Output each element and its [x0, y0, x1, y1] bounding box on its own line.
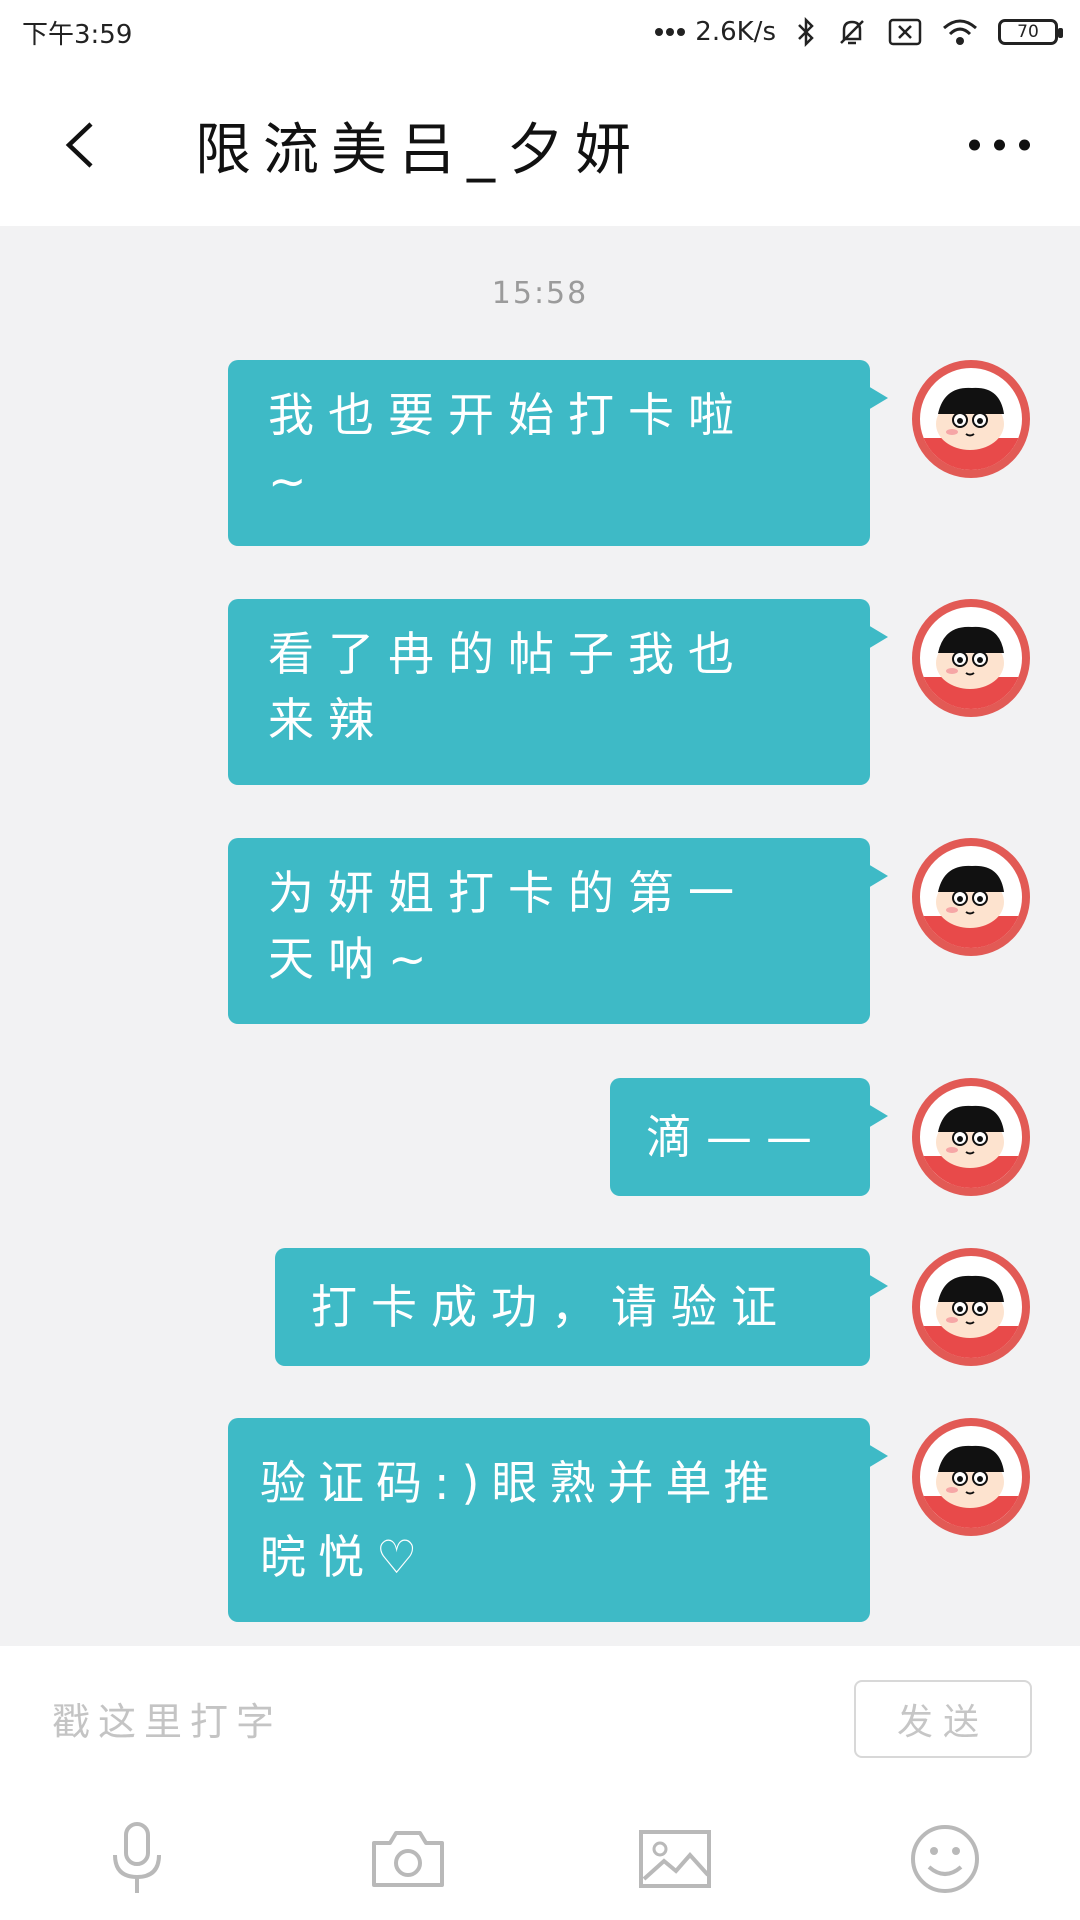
message-input[interactable] [50, 1686, 814, 1758]
signal-dots-icon [655, 27, 689, 37]
message-text: 验证码:)眼熟并单推 [260, 1456, 782, 1510]
status-bar: 下午3:59 2.6K/s 70 [0, 0, 1080, 64]
avatar[interactable] [912, 1248, 1030, 1366]
sim-x-icon [888, 18, 922, 46]
message-text: 晥悦♡ [260, 1530, 430, 1584]
message-bubble[interactable]: 滴—— [610, 1078, 888, 1196]
avatar[interactable] [912, 838, 1030, 956]
bluetooth-icon [796, 16, 816, 48]
camera-icon[interactable] [363, 1814, 453, 1904]
microphone-icon[interactable] [92, 1814, 182, 1904]
message-bubble[interactable]: 打卡成功，请验证 [275, 1248, 888, 1366]
chat-title: 限流美吕_夕妍 [195, 117, 643, 183]
avatar[interactable] [912, 1078, 1030, 1196]
mute-bell-icon [836, 16, 868, 48]
message-text: 滴—— [646, 1110, 826, 1164]
message-text: 我也要开始打卡啦 [268, 388, 748, 442]
avatar[interactable] [912, 360, 1030, 478]
message-list[interactable]: 15:58 我也要开始打卡啦 ~ 看了冉的帖子我也 来辣 为妍姐打卡的第一 天呐… [0, 226, 1080, 1646]
message-text: 看了冉的帖子我也 [268, 627, 748, 681]
status-icons: 2.6K/s 70 [655, 16, 1063, 48]
message-bubble[interactable]: 为妍姐打卡的第一 天呐~ [228, 838, 888, 1024]
back-button[interactable] [50, 115, 110, 175]
message-text: 为妍姐打卡的第一 [268, 866, 748, 920]
message-text: 来辣 [268, 693, 388, 747]
image-icon[interactable] [630, 1814, 720, 1904]
message-text: 天呐~ [268, 932, 441, 986]
avatar[interactable] [912, 599, 1030, 717]
send-button[interactable]: 发送 [854, 1680, 1032, 1758]
chevron-left-icon [65, 122, 93, 168]
avatar[interactable] [912, 1418, 1030, 1536]
battery-level: 70 [1017, 22, 1039, 42]
composer: 发送 [0, 1646, 1080, 1920]
network-speed: 2.6K/s [695, 17, 776, 47]
emoji-icon[interactable] [900, 1814, 990, 1904]
message-bubble[interactable]: 验证码:)眼熟并单推 晥悦♡ [228, 1418, 888, 1622]
composer-toolbar [0, 1814, 1080, 1904]
chat-header: 限流美吕_夕妍 [0, 64, 1080, 226]
message-text: 打卡成功，请验证 [311, 1280, 791, 1334]
message-bubble[interactable]: 我也要开始打卡啦 ~ [228, 360, 888, 546]
message-text: ~ [268, 454, 321, 508]
message-bubble[interactable]: 看了冉的帖子我也 来辣 [228, 599, 888, 785]
wifi-icon [942, 18, 978, 46]
more-dots-icon[interactable] [969, 139, 1030, 151]
message-timestamp: 15:58 [491, 276, 589, 311]
status-time: 下午3:59 [22, 19, 133, 50]
battery-icon: 70 [998, 19, 1063, 45]
